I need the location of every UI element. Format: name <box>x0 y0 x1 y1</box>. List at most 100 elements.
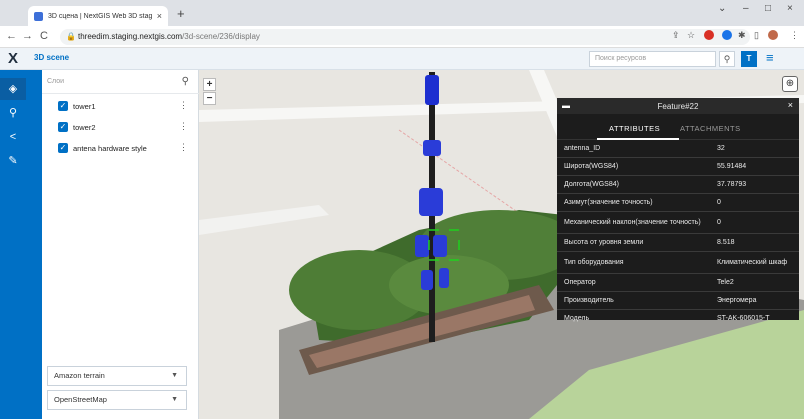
chevron-down-icon: ▼ <box>171 372 178 379</box>
basemap-select-terrain[interactable]: Amazon terrain ▼ <box>47 366 187 386</box>
lock-icon: 🔒 <box>66 32 76 41</box>
basemap-label: Amazon terrain <box>54 371 105 380</box>
layer-label: antena hardware style <box>73 143 147 153</box>
layer-checkbox[interactable]: ✓ <box>58 101 68 111</box>
attributes-table: antenna_ID 32 Широта(WGS84) 55.91484 Дол… <box>557 140 799 328</box>
attribute-key: Высота от уровня земли <box>564 238 644 246</box>
attribute-key: Оператор <box>564 278 596 286</box>
star-icon[interactable]: ☆ <box>687 30 695 41</box>
search-icon[interactable]: ⚲ <box>719 51 735 67</box>
layers-icon[interactable]: ◈ <box>0 78 26 100</box>
search-icon[interactable]: ⚲ <box>182 76 189 87</box>
tab-attributes[interactable]: ATTRIBUTES <box>609 124 660 133</box>
attribute-key: Производитель <box>564 296 614 304</box>
new-tab-button[interactable]: + <box>177 6 185 21</box>
attribute-key: antenna_ID <box>564 144 601 152</box>
layer-menu-icon[interactable]: ⋮ <box>179 100 188 111</box>
attribute-value: ST-AK-606015-T <box>717 315 770 322</box>
browser-toolbar: ← → C 🔒 threedim.staging.nextgis.com/3d-… <box>0 26 804 48</box>
extension-icon[interactable] <box>704 30 714 40</box>
layer-item[interactable]: ✓ tower1 ⋮ <box>58 100 188 112</box>
attribute-row: Высота от уровня земли 8.518 <box>557 234 799 252</box>
wrench-icon[interactable]: ✎ <box>0 150 26 172</box>
hamburger-menu-icon[interactable]: ≡ <box>766 50 774 65</box>
attribute-row: Производитель Энергомера <box>557 292 799 310</box>
layer-label: tower2 <box>73 122 96 132</box>
attribute-key: Долгота(WGS84) <box>564 180 619 188</box>
layer-checkbox[interactable]: ✓ <box>58 122 68 132</box>
attribute-key: Модель <box>564 315 590 322</box>
close-icon[interactable]: × <box>788 100 793 110</box>
feature-title: Feature#22 <box>657 102 699 111</box>
resource-search-input[interactable]: Поиск ресурсов <box>589 51 716 67</box>
tab-close-icon[interactable]: × <box>157 11 162 21</box>
attribute-key: Азимут(значение точность) <box>564 198 653 206</box>
attribute-value: 32 <box>717 144 725 152</box>
attribute-row: antenna_ID 32 <box>557 140 799 158</box>
attribute-key: Механический наклон(значение точность) <box>564 218 701 226</box>
nextgis-logo[interactable]: X <box>8 50 18 67</box>
kebab-menu-icon[interactable]: ⋮ <box>790 30 799 41</box>
app-header: X 3D scene Поиск ресурсов ⚲ T ≡ <box>0 48 804 70</box>
layer-menu-icon[interactable]: ⋮ <box>179 142 188 153</box>
profile-icon[interactable] <box>768 30 778 40</box>
feature-tabs: ATTRIBUTES ATTACHMENTS <box>557 114 799 140</box>
attribute-key: Тип оборудования <box>564 258 624 266</box>
layer-label: tower1 <box>73 101 96 111</box>
layer-item[interactable]: ✓ antena hardware style ⋮ <box>58 142 188 154</box>
attribute-row: Азимут(значение точность) 0 <box>557 194 799 212</box>
attribute-value: 8.518 <box>717 238 735 246</box>
extension-icon[interactable] <box>722 30 732 40</box>
attribute-value: Tele2 <box>717 278 734 286</box>
left-toolbar: ◈ ⚲ < ✎ <box>0 70 42 419</box>
feature-popup-header: ▬ Feature#22 × <box>557 98 799 114</box>
tab-title: 3D сцена | NextGIS Web 3D stag... <box>48 12 153 20</box>
layers-panel-header: Слои ⚲ <box>42 70 199 94</box>
site-favicon-icon <box>34 11 43 21</box>
globe-icon[interactable]: ⊕ <box>782 76 798 92</box>
zoom-out-button[interactable]: − <box>203 92 216 105</box>
page-title: 3D scene <box>34 53 70 62</box>
url-path: /3d-scene/236/display <box>182 32 260 41</box>
attribute-key: Широта(WGS84) <box>564 162 619 170</box>
attribute-row: Механический наклон(значение точность) 0 <box>557 212 799 234</box>
chevron-down-icon: ▼ <box>171 396 178 403</box>
feature-info-popup: ▬ Feature#22 × ATTRIBUTES ATTACHMENTS an… <box>557 98 799 322</box>
layer-item[interactable]: ✓ tower2 ⋮ <box>58 121 188 133</box>
puzzle-icon[interactable]: ✱ <box>738 30 746 41</box>
url-host: threedim.staging.nextgis.com <box>78 32 183 41</box>
layer-menu-icon[interactable]: ⋮ <box>179 121 188 132</box>
chevron-down-icon[interactable]: ⌄ <box>718 3 726 14</box>
reload-icon[interactable]: C <box>40 30 48 42</box>
basemap-label: OpenStreetMap <box>54 395 107 404</box>
address-bar[interactable]: 🔒 threedim.staging.nextgis.com/3d-scene/… <box>60 29 750 45</box>
attribute-value: Энергомера <box>717 296 757 304</box>
back-icon[interactable]: ← <box>6 30 17 42</box>
attribute-value: 0 <box>717 198 721 206</box>
layers-panel: Слои ⚲ ✓ tower1 ⋮ ✓ tower2 ⋮ ✓ antena ha… <box>42 70 199 419</box>
user-avatar[interactable]: T <box>741 51 757 67</box>
minimize-button[interactable]: – <box>743 3 749 14</box>
layers-panel-title: Слои <box>47 78 65 85</box>
sidepanel-icon[interactable]: ▯ <box>754 30 759 41</box>
maximize-button[interactable]: □ <box>765 3 771 14</box>
attribute-row: Долгота(WGS84) 37.78793 <box>557 176 799 194</box>
forward-icon[interactable]: → <box>22 30 33 42</box>
zoom-in-button[interactable]: + <box>203 78 216 91</box>
browser-tabstrip: 3D сцена | NextGIS Web 3D stag... × + ⌄ … <box>0 0 804 26</box>
window-close-button[interactable]: × <box>787 3 793 14</box>
basemap-select-map[interactable]: OpenStreetMap ▼ <box>47 390 187 410</box>
browser-tab[interactable]: 3D сцена | NextGIS Web 3D stag... × <box>28 6 168 26</box>
attribute-value: 55.91484 <box>717 162 747 170</box>
share-icon[interactable]: < <box>0 126 26 148</box>
share-icon[interactable]: ⇪ <box>672 30 680 41</box>
attribute-row: Оператор Tele2 <box>557 274 799 292</box>
attribute-value: 37.78793 <box>717 180 747 188</box>
attribute-row: Тип оборудования Климатический шкаф <box>557 252 799 274</box>
attribute-value: Климатический шкаф <box>717 258 788 266</box>
attribute-row: Модель ST-AK-606015-T <box>557 310 799 328</box>
tab-attachments[interactable]: ATTACHMENTS <box>680 124 741 133</box>
attribute-value: 0 <box>717 218 721 226</box>
layer-checkbox[interactable]: ✓ <box>58 143 68 153</box>
search-icon[interactable]: ⚲ <box>0 102 26 124</box>
